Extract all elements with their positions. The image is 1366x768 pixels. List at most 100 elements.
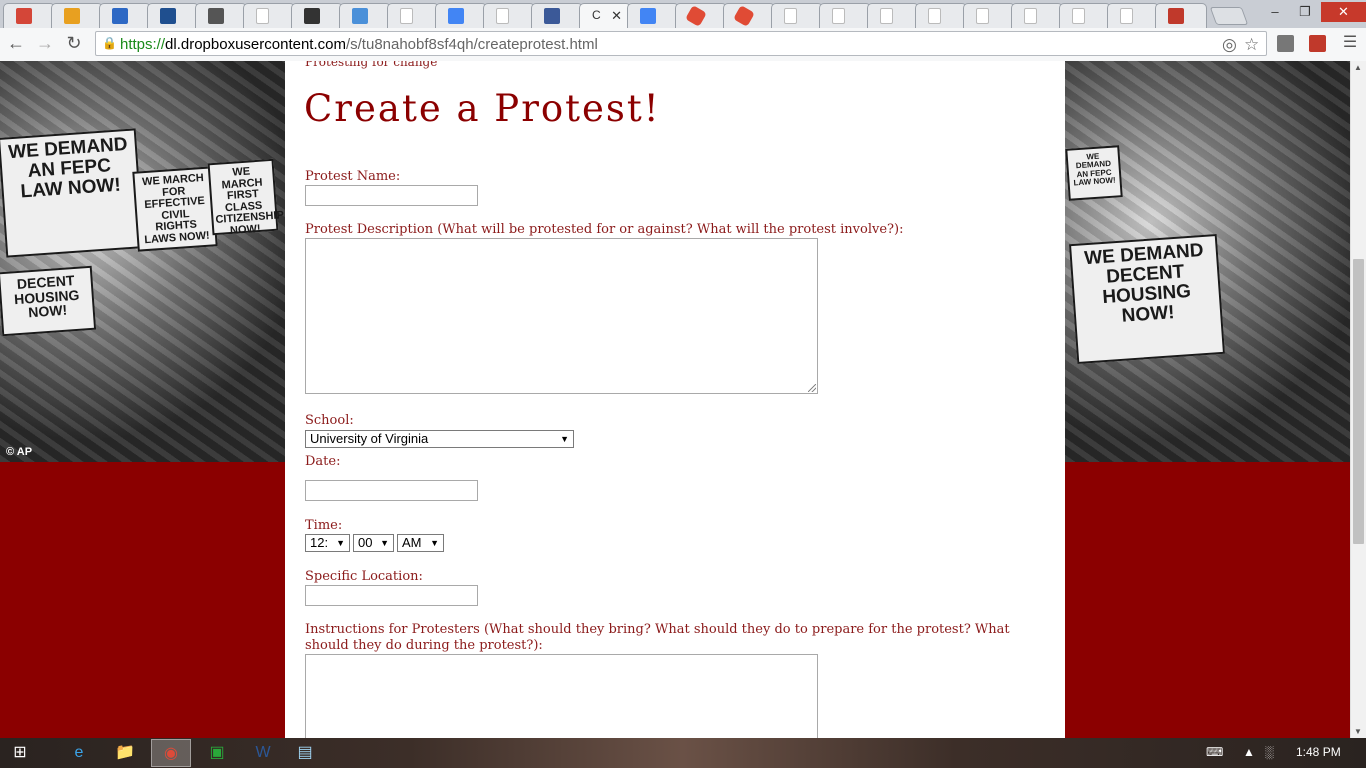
ampm-select[interactable]: AM ▼ bbox=[397, 534, 444, 552]
page-icon bbox=[832, 8, 845, 24]
protest-name-input[interactable] bbox=[305, 185, 478, 206]
dropdown-arrow-icon: ▼ bbox=[430, 538, 439, 548]
location-icon[interactable]: ◎ bbox=[1222, 35, 1237, 55]
sign: DECENT HOUSING NOW! bbox=[0, 265, 97, 337]
extension-book-icon[interactable] bbox=[1309, 35, 1326, 52]
browser-tab[interactable] bbox=[99, 3, 151, 28]
page-viewport: WE DEMAND AN FEPC LAW NOW! WE MARCH FOR … bbox=[0, 61, 1350, 738]
facebook-icon bbox=[544, 8, 560, 24]
start-windows-icon[interactable]: ⊞ bbox=[0, 739, 40, 767]
page-icon bbox=[784, 8, 797, 24]
location-input[interactable] bbox=[305, 585, 478, 606]
browser-tab[interactable] bbox=[243, 3, 295, 28]
minimize-button[interactable]: ‒ bbox=[1260, 2, 1290, 22]
browser-tab[interactable] bbox=[51, 3, 103, 28]
school-select[interactable]: University of Virginia ▼ bbox=[305, 430, 574, 448]
extension-keyboard-icon[interactable] bbox=[1277, 35, 1294, 52]
zotero-icon bbox=[352, 8, 368, 24]
address-bar[interactable]: 🔒 https://dl.dropboxusercontent.com/s/tu… bbox=[95, 31, 1267, 56]
scroll-down-arrow-icon[interactable]: ▼ bbox=[1354, 727, 1362, 736]
bookmark-star-icon[interactable]: ☆ bbox=[1244, 35, 1259, 55]
page-icon bbox=[400, 8, 413, 24]
chrome-icon[interactable]: ◉ bbox=[151, 739, 191, 767]
back-button[interactable]: ← bbox=[5, 32, 27, 54]
taskbar-clock[interactable]: 1:48 PM bbox=[1296, 745, 1341, 759]
minute-select[interactable]: 00 ▼ bbox=[353, 534, 394, 552]
tab-title: C bbox=[592, 8, 601, 22]
url-scheme: https:// bbox=[120, 36, 166, 53]
gmail-icon bbox=[16, 8, 32, 24]
browser-tab[interactable] bbox=[867, 3, 919, 28]
browser-tab[interactable] bbox=[339, 3, 391, 28]
new-tab-button[interactable] bbox=[1209, 7, 1249, 25]
cut-off-text: Protesting for change bbox=[305, 61, 438, 69]
sign: WE MARCH FIRST CLASS CITIZENSHIP NOW! bbox=[207, 158, 284, 237]
mask-icon bbox=[304, 8, 320, 24]
reload-button[interactable]: ↻ bbox=[63, 32, 85, 54]
browser-tab[interactable] bbox=[915, 3, 967, 28]
internet-explorer-icon[interactable]: e bbox=[59, 739, 99, 767]
browser-tab[interactable] bbox=[1059, 3, 1111, 28]
scrollbar-thumb[interactable] bbox=[1353, 259, 1364, 544]
sign: WE DEMAND AN FEPC LAW NOW! bbox=[1065, 145, 1123, 201]
instructions-label-line2: should they do during the protest?): bbox=[305, 638, 543, 653]
sign: WE DEMAND DECENT HOUSING NOW! bbox=[1068, 233, 1226, 365]
keyboard-tray-icon[interactable]: ⌨ bbox=[1206, 745, 1223, 759]
browser-tab[interactable] bbox=[963, 3, 1015, 28]
form-panel: Protesting for change Create a Protest! … bbox=[285, 61, 1065, 738]
url-path: /s/tu8nahobf8sf4qh/createprotest.html bbox=[345, 36, 598, 53]
protest-description-textarea[interactable] bbox=[305, 238, 818, 394]
sign: WE DEMAND AN FEPC LAW NOW! bbox=[0, 128, 145, 258]
s-icon bbox=[160, 8, 176, 24]
instructions-textarea[interactable] bbox=[305, 654, 818, 738]
location-label: Specific Location: bbox=[305, 569, 423, 584]
photo-credit: © AP bbox=[6, 446, 33, 458]
close-window-button[interactable]: ✕ bbox=[1321, 2, 1366, 22]
browser-tab[interactable] bbox=[675, 3, 727, 28]
browser-tab[interactable] bbox=[627, 3, 679, 28]
tab-strip: C ✕ bbox=[0, 0, 1366, 28]
browser-tab[interactable] bbox=[3, 3, 55, 28]
hexagon-icon bbox=[733, 5, 755, 27]
browser-tab[interactable] bbox=[771, 3, 823, 28]
hour-select[interactable]: 12: ▼ bbox=[305, 534, 350, 552]
menu-icon[interactable]: ☰ bbox=[1339, 32, 1361, 54]
show-hidden-icons-icon[interactable]: ▲ bbox=[1243, 745, 1255, 759]
browser-tab[interactable] bbox=[483, 3, 535, 28]
m-icon bbox=[1168, 8, 1184, 24]
forward-button[interactable]: → bbox=[34, 32, 56, 54]
vertical-scrollbar[interactable]: ▲ ▼ bbox=[1350, 61, 1366, 738]
browser-tab[interactable] bbox=[195, 3, 247, 28]
sign: WE MARCH FOR EFFECTIVE CIVIL RIGHTS LAWS… bbox=[132, 166, 218, 252]
browser-tab[interactable] bbox=[147, 3, 199, 28]
store-icon[interactable]: ▣ bbox=[197, 739, 237, 767]
hour-selected-value: 12: bbox=[310, 535, 329, 550]
restore-button[interactable]: ❐ bbox=[1290, 2, 1320, 22]
browser-tab[interactable] bbox=[531, 3, 583, 28]
network-signal-icon[interactable]: ░ bbox=[1265, 745, 1274, 759]
tab-close-icon[interactable]: ✕ bbox=[611, 8, 622, 24]
browser-tab[interactable] bbox=[819, 3, 871, 28]
browser-tab[interactable] bbox=[387, 3, 439, 28]
browser-tab[interactable] bbox=[1011, 3, 1063, 28]
page-icon bbox=[1120, 8, 1133, 24]
file-explorer-icon[interactable]: 📁 bbox=[105, 739, 145, 767]
date-input[interactable] bbox=[305, 480, 478, 501]
notepad-icon[interactable]: ▤ bbox=[285, 739, 325, 767]
scroll-up-arrow-icon[interactable]: ▲ bbox=[1354, 63, 1362, 72]
instructions-label: Instructions for Protesters (What should… bbox=[305, 622, 1010, 637]
resize-handle[interactable] bbox=[808, 384, 816, 392]
wikipedia-icon bbox=[208, 8, 224, 24]
browser-tab[interactable] bbox=[723, 3, 775, 28]
pinwheel-icon bbox=[64, 8, 80, 24]
browser-tab[interactable] bbox=[291, 3, 343, 28]
ucla-icon bbox=[112, 8, 128, 24]
word-icon[interactable]: W bbox=[243, 739, 283, 767]
dropdown-arrow-icon: ▼ bbox=[380, 538, 389, 548]
url-text[interactable]: https://dl.dropboxusercontent.com/s/tu8n… bbox=[120, 36, 598, 53]
browser-tab[interactable] bbox=[1155, 3, 1207, 28]
protest-description-label: Protest Description (What will be protes… bbox=[305, 222, 904, 237]
tab-active[interactable]: C ✕ bbox=[579, 3, 631, 28]
browser-tab[interactable] bbox=[435, 3, 487, 28]
browser-tab[interactable] bbox=[1107, 3, 1159, 28]
